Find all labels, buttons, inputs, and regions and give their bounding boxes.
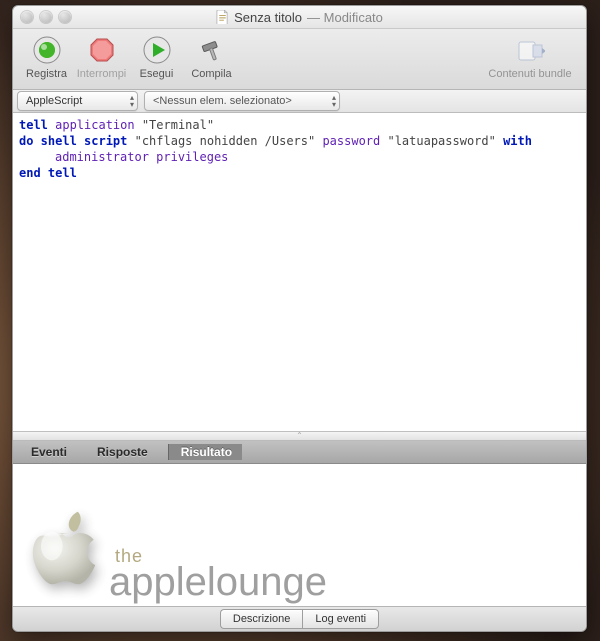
hammer-icon bbox=[195, 33, 229, 67]
tab-result[interactable]: Risultato bbox=[168, 444, 242, 460]
watermark-big: applelounge bbox=[109, 564, 327, 600]
record-icon bbox=[30, 33, 64, 67]
code-keyword: end tell bbox=[19, 166, 77, 180]
compile-button[interactable]: Compila bbox=[184, 33, 239, 80]
language-value: AppleScript bbox=[26, 95, 82, 107]
stop-label: Interrompi bbox=[77, 68, 127, 80]
tab-replies[interactable]: Risposte bbox=[87, 444, 158, 460]
run-label: Esegui bbox=[140, 68, 174, 80]
navigation-bar: AppleScript ▴▾ <Nessun elem. selezionato… bbox=[13, 90, 586, 113]
toolbar: Registra Interrompi Esegui bbox=[13, 29, 586, 90]
code-keyword: tell bbox=[19, 118, 48, 132]
code-token: password bbox=[322, 134, 380, 148]
description-toggle[interactable]: Descrizione bbox=[220, 609, 302, 629]
code-string: "latuapassword" bbox=[380, 134, 503, 148]
code-string: "chflags nohidden /Users" bbox=[127, 134, 322, 148]
stop-icon bbox=[85, 33, 119, 67]
chevron-updown-icon: ▴▾ bbox=[130, 94, 134, 108]
script-editor-window: Senza titolo — Modificato Registra Inter… bbox=[12, 5, 587, 632]
traffic-lights bbox=[21, 11, 71, 23]
script-editor[interactable]: tell application "Terminal" do shell scr… bbox=[13, 113, 586, 432]
play-icon bbox=[140, 33, 174, 67]
watermark: the applelounge bbox=[23, 510, 327, 600]
code-string: "Terminal" bbox=[135, 118, 214, 132]
record-button[interactable]: Registra bbox=[19, 33, 74, 80]
code-keyword: with bbox=[503, 134, 532, 148]
close-button[interactable] bbox=[21, 11, 33, 23]
document-icon bbox=[216, 10, 229, 25]
apple-logo-icon bbox=[23, 510, 113, 600]
result-pane: the applelounge bbox=[13, 464, 586, 606]
element-value: <Nessun elem. selezionato> bbox=[153, 95, 292, 107]
tab-events[interactable]: Eventi bbox=[21, 444, 77, 460]
code-token: administrator privileges bbox=[55, 150, 228, 164]
document-title: Senza titolo bbox=[234, 10, 302, 25]
record-label: Registra bbox=[26, 68, 67, 80]
window-title: Senza titolo — Modificato bbox=[13, 10, 586, 25]
result-tabs: Eventi Risposte Risultato bbox=[13, 441, 586, 464]
stop-button[interactable]: Interrompi bbox=[74, 33, 129, 80]
titlebar[interactable]: Senza titolo — Modificato bbox=[13, 6, 586, 29]
code-keyword: do shell script bbox=[19, 134, 127, 148]
modified-indicator: — Modificato bbox=[307, 10, 383, 25]
element-popup[interactable]: <Nessun elem. selezionato> ▴▾ bbox=[144, 91, 340, 111]
compile-label: Compila bbox=[191, 68, 231, 80]
eventlog-toggle[interactable]: Log eventi bbox=[302, 609, 379, 629]
code-token: application bbox=[48, 118, 135, 132]
bundle-label: Contenuti bundle bbox=[488, 68, 571, 80]
run-button[interactable]: Esegui bbox=[129, 33, 184, 80]
language-popup[interactable]: AppleScript ▴▾ bbox=[17, 91, 138, 111]
status-bar: Descrizione Log eventi bbox=[13, 606, 586, 631]
minimize-button[interactable] bbox=[40, 11, 52, 23]
zoom-button[interactable] bbox=[59, 11, 71, 23]
split-handle[interactable]: ⌃ bbox=[13, 432, 586, 441]
chevron-updown-icon: ▴▾ bbox=[332, 94, 336, 108]
bundle-contents-button[interactable]: Contenuti bundle bbox=[480, 33, 580, 80]
drawer-icon bbox=[513, 33, 547, 67]
